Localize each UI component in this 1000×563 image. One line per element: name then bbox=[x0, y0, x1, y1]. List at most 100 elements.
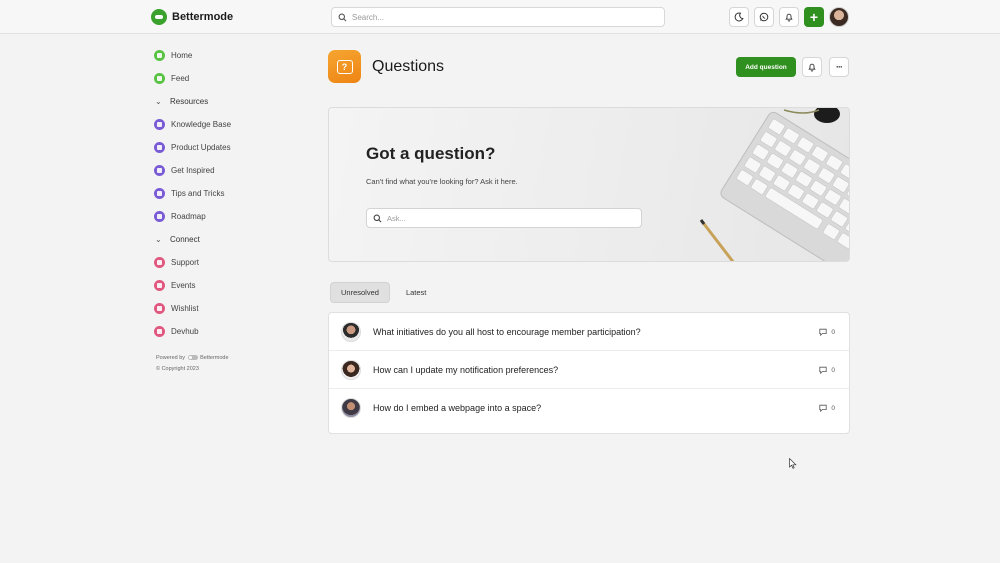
page-title: Questions bbox=[372, 58, 445, 75]
keyboard-illustration bbox=[699, 108, 849, 261]
sidebar-item-label: Product Updates bbox=[171, 143, 231, 152]
avatar[interactable] bbox=[341, 359, 361, 380]
comment-count: 0 bbox=[819, 404, 835, 412]
ask-input[interactable] bbox=[387, 213, 627, 223]
sidebar-item-label: Roadmap bbox=[171, 212, 206, 221]
brand-logo[interactable]: Bettermode bbox=[151, 9, 233, 25]
sidebar-item-get-inspired[interactable]: Get Inspired bbox=[150, 159, 320, 182]
question-bubble-icon: ? bbox=[328, 50, 361, 83]
avatar[interactable] bbox=[341, 321, 361, 342]
sidebar: Home Feed ⌄ Resources Knowledge Base Pro… bbox=[150, 44, 320, 375]
powered-by-line[interactable]: Powered by Bettermode bbox=[156, 353, 320, 364]
sidebar-item-label: Support bbox=[171, 258, 200, 267]
support-icon bbox=[154, 257, 165, 268]
whatsapp-icon bbox=[759, 12, 769, 22]
ask-search-bar[interactable] bbox=[366, 208, 642, 228]
sidebar-item-knowledge-base[interactable]: Knowledge Base bbox=[150, 113, 320, 136]
top-bar: Bettermode + bbox=[0, 0, 1000, 34]
hero-title: Got a question? bbox=[366, 144, 496, 163]
comment-count-value: 0 bbox=[831, 366, 835, 374]
notifications-button[interactable] bbox=[779, 7, 799, 27]
sidebar-item-devhub[interactable]: Devhub bbox=[150, 320, 320, 343]
sidebar-item-events[interactable]: Events bbox=[150, 274, 320, 297]
sidebar-item-label: Tips and Tricks bbox=[171, 189, 225, 198]
chevron-down-icon: ⌄ bbox=[155, 97, 162, 106]
sidebar-item-support[interactable]: Support bbox=[150, 251, 320, 274]
sidebar-item-home[interactable]: Home bbox=[150, 44, 320, 67]
question-title[interactable]: How do I embed a webpage into a space? bbox=[373, 403, 541, 413]
get-inspired-icon bbox=[154, 165, 165, 176]
tips-icon bbox=[154, 188, 165, 199]
mouse-cursor-icon bbox=[789, 458, 797, 469]
sidebar-group-label: Connect bbox=[170, 235, 200, 244]
powered-by-brand: Bettermode bbox=[200, 355, 229, 361]
comment-count: 0 bbox=[819, 366, 835, 374]
subscribe-button[interactable] bbox=[802, 57, 822, 77]
avatar[interactable] bbox=[341, 398, 361, 418]
product-updates-icon bbox=[154, 142, 165, 153]
events-icon bbox=[154, 280, 165, 291]
sidebar-item-tips-and-tricks[interactable]: Tips and Tricks bbox=[150, 182, 320, 205]
question-title[interactable]: What initiatives do you all host to enco… bbox=[373, 327, 641, 337]
home-icon bbox=[154, 50, 165, 61]
bettermode-logo-icon bbox=[151, 9, 167, 25]
comment-count-value: 0 bbox=[831, 328, 835, 336]
sidebar-group-resources[interactable]: ⌄ Resources bbox=[150, 90, 320, 113]
devhub-icon bbox=[154, 326, 165, 337]
brand-name: Bettermode bbox=[172, 11, 234, 23]
search-icon bbox=[338, 13, 347, 21]
chat-button[interactable] bbox=[754, 7, 774, 27]
sidebar-item-feed[interactable]: Feed bbox=[150, 67, 320, 90]
feed-icon bbox=[154, 73, 165, 84]
sidebar-item-label: Feed bbox=[171, 74, 190, 83]
sidebar-item-label: Events bbox=[171, 281, 196, 290]
comment-icon bbox=[819, 404, 827, 412]
sidebar-item-product-updates[interactable]: Product Updates bbox=[150, 136, 320, 159]
sidebar-item-label: Knowledge Base bbox=[171, 120, 232, 129]
comment-icon bbox=[819, 366, 827, 374]
search-bar[interactable] bbox=[331, 7, 665, 27]
user-avatar[interactable] bbox=[829, 7, 849, 27]
sidebar-item-label: Devhub bbox=[171, 327, 199, 336]
more-options-button[interactable]: ··· bbox=[829, 57, 849, 77]
list-item[interactable]: How can I update my notification prefere… bbox=[329, 351, 849, 389]
sidebar-item-label: Wishlist bbox=[171, 304, 199, 313]
sidebar-item-roadmap[interactable]: Roadmap bbox=[150, 205, 320, 228]
create-button[interactable]: + bbox=[804, 7, 824, 27]
tab-unresolved[interactable]: Unresolved bbox=[330, 282, 390, 303]
list-item[interactable]: How do I embed a webpage into a space? 0 bbox=[329, 389, 849, 427]
question-title[interactable]: How can I update my notification prefere… bbox=[373, 365, 558, 375]
sidebar-group-label: Resources bbox=[170, 97, 209, 106]
knowledge-base-icon bbox=[154, 119, 165, 130]
sidebar-group-connect[interactable]: ⌄ Connect bbox=[150, 228, 320, 251]
top-actions: + bbox=[729, 7, 849, 27]
hero-subtitle: Can't find what you're looking for? Ask … bbox=[366, 177, 518, 186]
bell-icon bbox=[785, 13, 793, 22]
questions-list: What initiatives do you all host to enco… bbox=[328, 312, 850, 434]
question-tabs: Unresolved Latest bbox=[330, 282, 436, 303]
add-question-button[interactable]: Add question bbox=[736, 57, 796, 77]
wishlist-icon bbox=[154, 303, 165, 314]
powered-by-prefix: Powered by bbox=[156, 355, 186, 361]
bell-icon bbox=[808, 63, 816, 72]
more-horizontal-icon: ··· bbox=[836, 62, 843, 72]
search-icon bbox=[373, 214, 382, 222]
theme-toggle-button[interactable] bbox=[729, 7, 749, 27]
comment-count-value: 0 bbox=[831, 404, 835, 412]
sidebar-item-wishlist[interactable]: Wishlist bbox=[150, 297, 320, 320]
comment-count: 0 bbox=[819, 328, 835, 336]
list-item[interactable]: What initiatives do you all host to enco… bbox=[329, 313, 849, 351]
sidebar-item-label: Home bbox=[171, 51, 193, 60]
hero-banner: Got a question? Can't find what you're l… bbox=[328, 107, 850, 262]
chevron-down-icon: ⌄ bbox=[155, 235, 162, 244]
moon-icon bbox=[734, 12, 744, 22]
bettermode-toggle-icon bbox=[187, 355, 198, 361]
powered-by: Powered by Bettermode © Copyright 2023 bbox=[150, 353, 320, 375]
search-input[interactable] bbox=[352, 12, 652, 22]
comment-icon bbox=[819, 328, 827, 336]
roadmap-icon bbox=[154, 211, 165, 222]
tab-latest[interactable]: Latest bbox=[396, 282, 436, 303]
sidebar-item-label: Get Inspired bbox=[171, 166, 215, 175]
copyright: © Copyright 2023 bbox=[156, 366, 199, 372]
plus-icon: + bbox=[809, 9, 819, 25]
